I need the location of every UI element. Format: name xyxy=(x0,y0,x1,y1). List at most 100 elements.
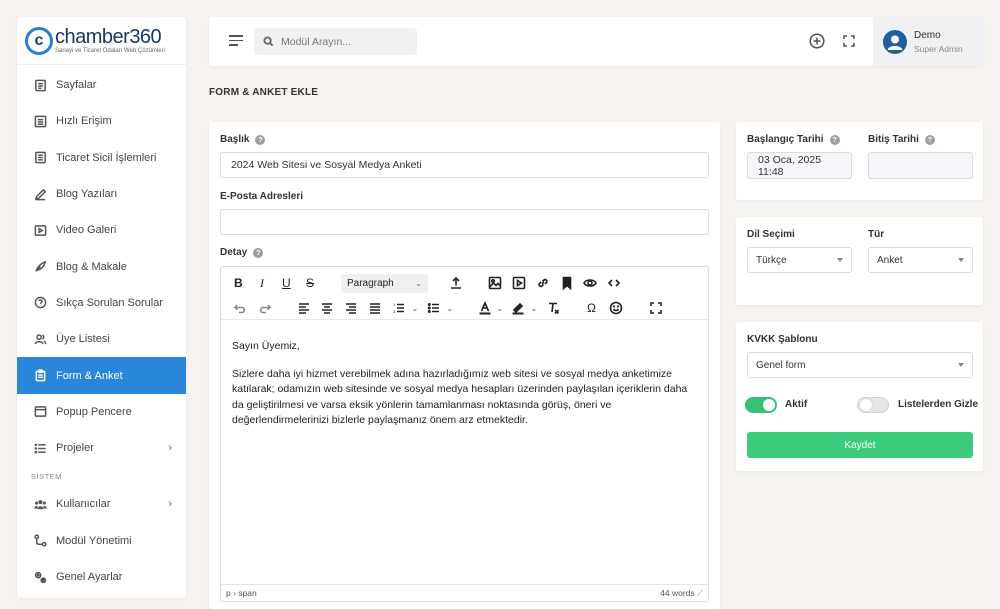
numbered-list-icon[interactable]: 13 xyxy=(392,300,406,316)
help-icon[interactable]: ? xyxy=(924,134,935,145)
user-group-icon xyxy=(33,497,47,511)
editor-content[interactable]: Sayın Üyemiz, Sizlere daha iyi hizmet ve… xyxy=(221,327,708,453)
clear-format-icon[interactable] xyxy=(546,300,560,316)
question-icon xyxy=(33,296,47,310)
sidebar-item-form-anket[interactable]: Form & Anket xyxy=(17,357,186,394)
save-button[interactable]: Kaydet xyxy=(747,432,973,458)
editor-statusbar: p › span 44 words ⟋ xyxy=(221,584,708,601)
video-icon xyxy=(33,223,47,237)
help-icon[interactable]: ? xyxy=(255,134,266,145)
sidebar-item-label: Blog Yazıları xyxy=(56,188,118,201)
sidebar-item-label: Projeler xyxy=(56,442,94,455)
title-input[interactable]: 2024 Web Sitesi ve Sosyal Medya Anketi xyxy=(220,152,709,178)
sidebar-item-label: Blog & Makale xyxy=(56,260,127,273)
text-color-icon[interactable] xyxy=(478,300,492,316)
hide-from-lists-toggle[interactable] xyxy=(857,397,889,413)
start-date-input[interactable]: 03 Oca, 2025 11:48 xyxy=(747,152,852,179)
logo-mark-icon: c xyxy=(25,26,53,55)
sidebar-item-blog-makale[interactable]: Blog & Makale xyxy=(17,248,186,284)
document-icon xyxy=(33,151,47,165)
chevron-down-icon[interactable]: ⌄ xyxy=(411,300,419,316)
end-date-input[interactable] xyxy=(868,152,973,179)
sidebar-item-sayfalar[interactable]: Sayfalar xyxy=(17,67,186,103)
search-input[interactable] xyxy=(281,35,401,48)
sidebar-item-ticaret-sicil[interactable]: Ticaret Sicil İşlemleri xyxy=(17,140,186,176)
redo-icon[interactable] xyxy=(258,300,272,316)
align-left-icon[interactable] xyxy=(297,300,311,316)
emoji-icon[interactable] xyxy=(609,300,623,316)
window-icon xyxy=(33,405,47,419)
sidebar-item-kullanicilar[interactable]: Kullanıcılar › xyxy=(17,486,186,522)
sidebar-item-sss[interactable]: Sıkça Sorulan Sorular xyxy=(17,285,186,321)
align-right-icon[interactable] xyxy=(344,300,358,316)
paragraph-format-select[interactable]: Paragraph ⌄ xyxy=(341,274,428,293)
language-select[interactable]: Türkçe xyxy=(747,247,852,273)
help-icon[interactable]: ? xyxy=(253,247,264,258)
help-icon[interactable]: ? xyxy=(829,134,840,145)
page-title: FORM & ANKET EKLE xyxy=(209,87,319,98)
sidebar-nav: Sayfalar Hızlı Erişim Ticaret Sicil İşle… xyxy=(17,65,186,595)
word-count: 44 words ⟋ xyxy=(660,587,703,598)
file-icon xyxy=(33,78,47,92)
bookmark-icon[interactable] xyxy=(560,275,574,291)
sidebar: c chamber360 Sanayi ve Ticaret Odaları W… xyxy=(17,17,186,598)
sidebar-item-projeler[interactable]: Projeler › xyxy=(17,430,186,466)
hamburger-menu-icon[interactable] xyxy=(229,35,243,47)
chevron-down-icon: ⌄ xyxy=(415,279,422,288)
chevron-down-icon[interactable]: ⌄ xyxy=(530,300,538,316)
sidebar-item-label: Modül Yönetimi xyxy=(56,534,132,547)
settings-icon xyxy=(33,570,47,584)
sidebar-item-genel-ayarlar[interactable]: Genel Ayarlar xyxy=(17,559,186,595)
italic-icon[interactable]: I xyxy=(260,275,264,291)
chevron-down-icon[interactable]: ⌄ xyxy=(496,300,504,316)
media-icon[interactable] xyxy=(512,275,526,291)
type-select[interactable]: Anket xyxy=(868,247,973,273)
special-char-icon[interactable]: Ω xyxy=(587,300,596,316)
sidebar-item-label: Popup Pencere xyxy=(56,405,132,418)
bold-icon[interactable]: B xyxy=(234,275,243,291)
strikethrough-icon[interactable]: S xyxy=(306,275,314,291)
editor-toolbar-row-1: B I U S Paragraph ⌄ xyxy=(221,271,708,295)
logo[interactable]: c chamber360 Sanayi ve Ticaret Odaları W… xyxy=(17,17,186,65)
sidebar-item-modul-yonetimi[interactable]: Modül Yönetimi xyxy=(17,523,186,559)
code-icon[interactable] xyxy=(607,275,621,291)
kvkk-card: KVKK Şablonu Genel form Aktif Listelerde… xyxy=(736,322,983,471)
module-search[interactable] xyxy=(254,28,417,55)
users-icon xyxy=(33,332,47,346)
image-icon[interactable] xyxy=(488,275,502,291)
link-icon[interactable] xyxy=(536,275,550,291)
resize-handle-icon[interactable]: ⟋ xyxy=(697,588,703,598)
user-menu[interactable]: Demo Super Admin xyxy=(873,17,983,66)
sidebar-item-label: Form & Anket xyxy=(56,369,123,382)
kvkk-select[interactable]: Genel form xyxy=(747,352,973,378)
email-input[interactable] xyxy=(220,209,709,235)
bullet-list-icon[interactable] xyxy=(427,300,441,316)
undo-icon[interactable] xyxy=(233,300,247,316)
sidebar-item-blog-yazilari[interactable]: Blog Yazıları xyxy=(17,176,186,212)
active-toggle[interactable] xyxy=(745,397,777,413)
upload-icon[interactable] xyxy=(449,275,463,291)
element-path[interactable]: p › span xyxy=(226,588,257,598)
sidebar-item-label: Hızlı Erişim xyxy=(56,115,112,128)
align-justify-icon[interactable] xyxy=(368,300,382,316)
pen-icon xyxy=(33,187,47,201)
sidebar-item-label: Kullanıcılar xyxy=(56,498,111,511)
email-label: E-Posta Adresleri xyxy=(220,191,303,202)
detail-label: Detay? xyxy=(220,247,264,258)
sidebar-item-video-galeri[interactable]: Video Galeri xyxy=(17,212,186,248)
fullscreen-icon[interactable] xyxy=(841,33,857,49)
topbar: Demo Super Admin xyxy=(209,17,983,66)
sidebar-item-hizli-erisim[interactable]: Hızlı Erişim xyxy=(17,103,186,139)
add-circle-icon[interactable] xyxy=(809,33,825,49)
preview-eye-icon[interactable] xyxy=(583,275,597,291)
caret-down-icon xyxy=(958,363,964,367)
highlight-icon[interactable] xyxy=(511,300,525,316)
align-center-icon[interactable] xyxy=(320,300,334,316)
underline-icon[interactable]: U xyxy=(282,275,291,291)
sidebar-item-uye-listesi[interactable]: Üye Listesi xyxy=(17,321,186,357)
editor-paragraph: Sayın Üyemiz, xyxy=(232,340,300,352)
editor-paragraph: Sizlere daha iyi hizmet verebilmek adına… xyxy=(232,367,688,427)
fullscreen-icon[interactable] xyxy=(649,300,663,316)
sidebar-item-popup-pencere[interactable]: Popup Pencere xyxy=(17,394,186,430)
chevron-down-icon[interactable]: ⌄ xyxy=(446,300,454,316)
